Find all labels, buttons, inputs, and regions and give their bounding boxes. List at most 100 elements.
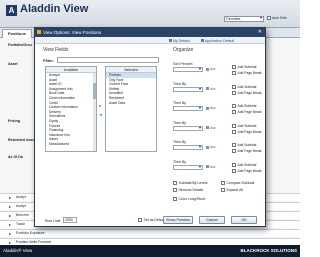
add-page-break-option[interactable]: Add Page Break <box>232 168 262 173</box>
add-page-break-option[interactable]: Add Page Break <box>232 129 262 134</box>
remove-details-option[interactable]: Remove Details <box>173 188 203 192</box>
add-subtotal-label: Add Subtotal <box>237 104 257 108</box>
add-subtotal-option[interactable]: Add Subtotal <box>232 143 256 147</box>
expand-all-label: Expand All <box>226 188 244 192</box>
add-subtotal-option[interactable]: Add Subtotal <box>232 123 257 128</box>
add-subtotal-checkbox[interactable] <box>232 65 236 69</box>
available-fields-list[interactable]: Available Analyst Asset Asset ID Assignment… <box>45 66 97 152</box>
sort-direction-toggle[interactable]: Asc <box>206 67 216 71</box>
color-long-short-label: Color Long/Short <box>178 197 205 201</box>
compact-subtotal-option[interactable]: Compact Subtotal <box>221 181 254 185</box>
dialog-titlebar[interactable]: View Options: View Positions ✕ <box>35 28 265 37</box>
auto-refresh-toggle[interactable]: Auto Refr <box>267 16 287 20</box>
sort-row: Then By Asc Add SubtotalAdd Page Break <box>173 160 263 182</box>
ok-button[interactable]: OK <box>231 216 257 224</box>
sort-field-select[interactable] <box>173 106 203 111</box>
sort-field-select[interactable] <box>173 164 203 170</box>
show-preview-button[interactable]: Show Preview <box>163 216 193 224</box>
add-page-break-checkbox[interactable] <box>232 149 236 153</box>
auto-refresh-checkbox[interactable] <box>267 16 271 20</box>
my-default-button[interactable]: My Default <box>169 39 190 43</box>
remove-field-arrow-icon[interactable]: ◂ <box>98 112 103 117</box>
color-long-short-checkbox[interactable] <box>173 197 177 201</box>
add-page-break-label: Add Page Break <box>237 71 262 75</box>
subtotal-by-levels-checkbox[interactable] <box>173 181 177 185</box>
add-page-break-checkbox[interactable] <box>232 168 236 173</box>
sort-field-select[interactable] <box>173 86 203 92</box>
sort-direction-toggle[interactable]: Asc <box>206 126 216 130</box>
compact-subtotal-checkbox[interactable] <box>221 181 225 185</box>
add-page-break-checkbox[interactable] <box>232 129 236 134</box>
add-subtotal-option[interactable]: Add Subtotal <box>232 84 257 89</box>
sort-label: Then By <box>173 81 187 86</box>
dialog-toolbar: My Default Application Default <box>35 37 265 44</box>
sort-field-select[interactable] <box>173 145 203 150</box>
add-subtotal-checkbox[interactable] <box>232 104 236 108</box>
restricted-asset-label: Restricted Asset <box>8 138 36 142</box>
add-page-break-checkbox[interactable] <box>232 90 236 95</box>
sort-field-select[interactable] <box>173 125 203 131</box>
sort-ascending-icon <box>206 145 209 149</box>
filter-input[interactable] <box>57 57 159 63</box>
sort-ascending-icon <box>206 165 209 168</box>
asset-label: Asset <box>8 62 18 66</box>
set-as-default-checkbox[interactable] <box>138 218 142 222</box>
add-subtotal-checkbox[interactable] <box>232 143 236 147</box>
sort-direction-label: Asc <box>210 145 216 149</box>
favorites-select[interactable]: Favorites <box>224 16 264 22</box>
add-subtotal-option[interactable]: Add Subtotal <box>232 162 256 167</box>
sort-label: Then By <box>173 120 187 125</box>
tab-positions[interactable]: Positions <box>2 29 32 38</box>
sort-field-select[interactable] <box>173 67 203 72</box>
add-subtotal-label: Add Subtotal <box>237 84 257 89</box>
default-icon <box>169 39 172 42</box>
add-page-break-option[interactable]: Add Page Break <box>232 149 262 153</box>
row-limit-input[interactable]: 2000 <box>63 217 77 223</box>
sort-ascending-icon <box>206 126 209 129</box>
add-subtotal-label: Add Subtotal <box>237 65 257 69</box>
selected-fields-list[interactable]: Selected Portfolio Orig Face Current Face S… <box>105 66 157 152</box>
add-subtotal-option[interactable]: Add Subtotal <box>232 104 256 108</box>
organize-title: Organize <box>173 47 194 53</box>
add-subtotal-checkbox[interactable] <box>232 84 236 89</box>
portfolio-group-label: Portfolio/Grou <box>8 43 32 47</box>
add-subtotal-checkbox[interactable] <box>232 162 236 167</box>
add-subtotal-label: Add Subtotal <box>237 123 257 128</box>
close-icon[interactable]: ✕ <box>258 28 262 37</box>
sort-label: Then By <box>173 140 187 144</box>
available-scroll-thumb[interactable] <box>93 83 96 99</box>
sort-label: Then By <box>173 101 187 105</box>
available-field-item[interactable]: Manufactured <box>46 142 96 147</box>
sort-direction-toggle[interactable]: Asc <box>206 145 216 149</box>
add-page-break-checkbox[interactable] <box>232 110 236 114</box>
color-long-short-option[interactable]: Color Long/Short <box>173 197 205 201</box>
add-page-break-label: Add Page Break <box>237 168 262 173</box>
add-page-break-option[interactable]: Add Page Break <box>232 110 262 114</box>
sort-direction-toggle[interactable]: Asc <box>206 87 216 91</box>
selected-field-item[interactable]: Asset Data <box>106 101 156 106</box>
add-page-break-option[interactable]: Add Page Break <box>232 90 262 95</box>
expand-all-checkbox[interactable] <box>221 188 225 192</box>
application-default-button[interactable]: Application Default <box>201 39 234 43</box>
add-page-break-checkbox[interactable] <box>232 71 236 75</box>
sort-direction-label: Asc <box>210 164 216 169</box>
expand-all-option[interactable]: Expand All <box>221 188 243 192</box>
set-as-default-option[interactable]: Set as Default <box>138 218 165 222</box>
sort-direction-toggle[interactable]: Asc <box>206 165 216 169</box>
subtotal-by-levels-option[interactable]: Subtotal By Levels <box>173 181 208 185</box>
remove-details-checkbox[interactable] <box>173 188 177 192</box>
cancel-button[interactable]: Cancel <box>199 216 225 224</box>
app-title: Aladdin View <box>20 3 89 15</box>
dialog-title: View Options: View Positions <box>43 30 102 35</box>
application-default-label: Application Default <box>205 38 235 43</box>
sort-direction-label: Asc <box>210 106 216 110</box>
available-scrollbar[interactable] <box>93 73 96 151</box>
sort-direction-toggle[interactable]: Asc <box>206 106 216 110</box>
add-field-arrow-icon[interactable]: ▸ <box>98 103 103 108</box>
add-subtotal-option[interactable]: Add Subtotal <box>232 65 256 69</box>
blackrock-logo: BLACKROCK SOLUTIONS <box>240 248 298 253</box>
accordion-portfolio-exposure[interactable]: Portfolio Exposure <box>0 229 300 237</box>
add-page-break-option[interactable]: Add Page Break <box>232 71 262 75</box>
add-subtotal-checkbox[interactable] <box>232 123 236 128</box>
filter-label: Filter: <box>43 58 55 63</box>
